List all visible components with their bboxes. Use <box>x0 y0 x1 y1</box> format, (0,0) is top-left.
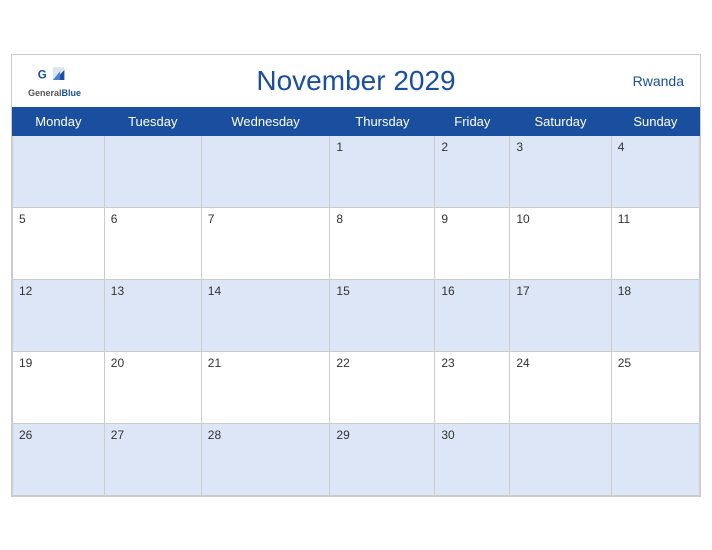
day-number: 10 <box>516 212 529 226</box>
day-number: 12 <box>19 284 32 298</box>
calendar-container: G GeneralBlue November 2029 Rwanda Monda… <box>11 54 701 497</box>
weekday-header-friday: Friday <box>435 107 510 135</box>
calendar-cell: 4 <box>611 135 699 207</box>
calendar-header: G GeneralBlue November 2029 Rwanda <box>12 55 700 107</box>
calendar-cell: 11 <box>611 207 699 279</box>
day-number: 15 <box>336 284 349 298</box>
weekday-header-thursday: Thursday <box>330 107 435 135</box>
calendar-cell: 23 <box>435 351 510 423</box>
calendar-cell: 1 <box>330 135 435 207</box>
calendar-cell: 17 <box>510 279 611 351</box>
calendar-cell: 3 <box>510 135 611 207</box>
day-number: 29 <box>336 428 349 442</box>
weekday-header-sunday: Sunday <box>611 107 699 135</box>
day-number: 14 <box>208 284 221 298</box>
calendar-cell: 14 <box>201 279 330 351</box>
calendar-cell: 15 <box>330 279 435 351</box>
logo: G GeneralBlue <box>28 64 81 98</box>
calendar-cell: 27 <box>104 423 201 495</box>
country-label: Rwanda <box>633 73 684 89</box>
day-number: 7 <box>208 212 215 226</box>
calendar-cell: 7 <box>201 207 330 279</box>
calendar-body: 1234567891011121314151617181920212223242… <box>13 135 700 495</box>
calendar-cell: 10 <box>510 207 611 279</box>
day-number: 24 <box>516 356 529 370</box>
svg-text:G: G <box>37 69 46 81</box>
calendar-cell: 29 <box>330 423 435 495</box>
day-number: 18 <box>618 284 631 298</box>
day-number: 23 <box>441 356 454 370</box>
weekday-header-wednesday: Wednesday <box>201 107 330 135</box>
weekday-header-row: MondayTuesdayWednesdayThursdayFridaySatu… <box>13 107 700 135</box>
calendar-cell: 24 <box>510 351 611 423</box>
day-number: 11 <box>618 212 630 226</box>
logo-text: GeneralBlue <box>28 88 81 98</box>
calendar-week-row: 19 20 21 22 23 24 25 <box>13 351 700 423</box>
day-number: 4 <box>618 140 625 154</box>
weekday-header-saturday: Saturday <box>510 107 611 135</box>
calendar-cell: 25 <box>611 351 699 423</box>
calendar-cell: 26 <box>13 423 105 495</box>
calendar-week-row: 1 2 3 4 <box>13 135 700 207</box>
day-number: 22 <box>336 356 349 370</box>
calendar-cell: 20 <box>104 351 201 423</box>
day-number: 26 <box>19 428 32 442</box>
calendar-cell <box>104 135 201 207</box>
calendar-cell <box>201 135 330 207</box>
weekday-header-tuesday: Tuesday <box>104 107 201 135</box>
calendar-cell: 21 <box>201 351 330 423</box>
day-number: 9 <box>441 212 448 226</box>
calendar-cell: 2 <box>435 135 510 207</box>
day-number: 6 <box>111 212 118 226</box>
day-number: 2 <box>441 140 448 154</box>
calendar-cell: 19 <box>13 351 105 423</box>
day-number: 17 <box>516 284 529 298</box>
calendar-week-row: 5 6 7 8 9 10 11 <box>13 207 700 279</box>
calendar-cell: 8 <box>330 207 435 279</box>
day-number: 13 <box>111 284 124 298</box>
calendar-cell: 18 <box>611 279 699 351</box>
calendar-table: MondayTuesdayWednesdayThursdayFridaySatu… <box>12 107 700 496</box>
calendar-cell: 22 <box>330 351 435 423</box>
calendar-cell <box>510 423 611 495</box>
calendar-week-row: 26 27 28 29 30 <box>13 423 700 495</box>
day-number: 16 <box>441 284 454 298</box>
calendar-cell: 16 <box>435 279 510 351</box>
calendar-cell: 13 <box>104 279 201 351</box>
day-number: 20 <box>111 356 124 370</box>
day-number: 28 <box>208 428 221 442</box>
calendar-cell: 9 <box>435 207 510 279</box>
calendar-week-row: 12 13 14 15 16 17 18 <box>13 279 700 351</box>
month-title: November 2029 <box>256 65 455 97</box>
day-number: 25 <box>618 356 631 370</box>
calendar-cell: 12 <box>13 279 105 351</box>
day-number: 8 <box>336 212 343 226</box>
day-number: 21 <box>208 356 221 370</box>
calendar-cell: 30 <box>435 423 510 495</box>
day-number: 19 <box>19 356 32 370</box>
weekday-header-monday: Monday <box>13 107 105 135</box>
day-number: 27 <box>111 428 124 442</box>
day-number: 3 <box>516 140 523 154</box>
calendar-cell <box>13 135 105 207</box>
day-number: 1 <box>336 140 343 154</box>
day-number: 30 <box>441 428 454 442</box>
calendar-cell: 5 <box>13 207 105 279</box>
day-number: 5 <box>19 212 26 226</box>
calendar-cell: 28 <box>201 423 330 495</box>
calendar-cell <box>611 423 699 495</box>
calendar-cell: 6 <box>104 207 201 279</box>
